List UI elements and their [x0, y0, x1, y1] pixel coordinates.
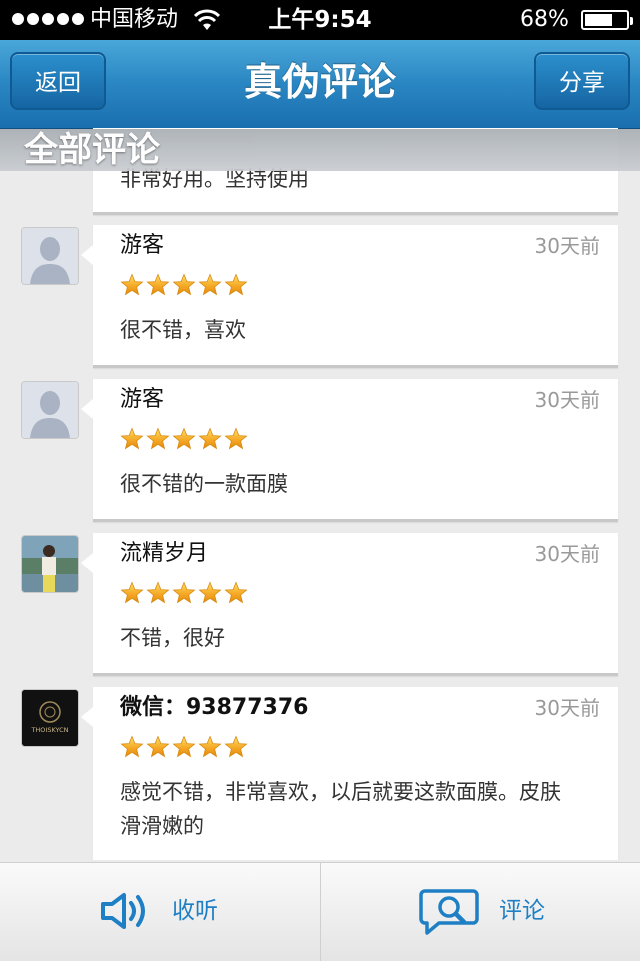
default-user-icon: [22, 228, 78, 284]
star-icon: [198, 735, 222, 758]
star-icon: [120, 581, 144, 604]
star-icon: [224, 581, 248, 604]
review-text: 很不错，喜欢: [120, 318, 246, 342]
avatar[interactable]: [22, 536, 78, 592]
tab-bar: 收听 评论: [0, 862, 640, 961]
avatar[interactable]: [22, 228, 78, 284]
reviewer-name[interactable]: 游客: [120, 385, 164, 415]
star-icon: [120, 273, 144, 296]
star-icon: [224, 273, 248, 296]
reviewer-name[interactable]: 游客: [120, 231, 164, 261]
section-header: 全部评论: [0, 129, 640, 171]
tab-listen[interactable]: 收听: [0, 863, 320, 961]
tab-listen-label: 收听: [172, 898, 218, 924]
star-icon: [172, 427, 196, 450]
star-rating: [120, 735, 248, 759]
star-icon: [120, 735, 144, 758]
brand-logo: THOISKYCN: [22, 690, 78, 746]
navigation-bar: 返回 真伪评论 分享: [0, 40, 640, 129]
star-icon: [198, 581, 222, 604]
star-icon: [172, 735, 196, 758]
star-rating: [120, 581, 248, 605]
review-text: 很不错的一款面膜: [120, 472, 288, 496]
star-icon: [172, 273, 196, 296]
default-user-icon: [22, 382, 78, 438]
star-icon: [198, 273, 222, 296]
avatar[interactable]: THOISKYCN: [22, 690, 78, 746]
star-icon: [146, 273, 170, 296]
comment-search-icon: [419, 889, 479, 935]
star-icon: [146, 427, 170, 450]
tab-comment-label: 评论: [499, 898, 545, 924]
battery-icon: [581, 10, 633, 30]
star-icon: [224, 735, 248, 758]
star-icon: [172, 581, 196, 604]
battery-percentage: 68%: [520, 7, 569, 32]
star-icon: [120, 427, 144, 450]
star-rating: [120, 273, 248, 297]
review-list[interactable]: 非常好用。坚持使用 游客 30天前 很不错，喜欢 游客 30天前 很不错的一款面…: [0, 128, 640, 860]
star-icon: [224, 427, 248, 450]
review-text: 感觉不错，非常喜欢，以后就要这款面膜。皮肤滑滑嫩的: [120, 780, 561, 838]
brand-logo-text: THOISKYCN: [30, 726, 68, 734]
section-title: 全部评论: [24, 130, 160, 170]
review-date: 30天前: [534, 696, 600, 720]
user-photo: [22, 536, 78, 592]
review-date: 30天前: [534, 234, 600, 258]
share-button[interactable]: 分享: [534, 52, 630, 110]
review-date: 30天前: [534, 388, 600, 412]
star-icon: [146, 581, 170, 604]
review-card: 微信：93877376 30天前 感觉不错，非常喜欢，以后就要这款面膜。皮肤滑滑…: [81, 687, 618, 860]
star-icon: [198, 427, 222, 450]
review-card: 游客 30天前 很不错的一款面膜: [81, 379, 618, 522]
reviewer-name[interactable]: 微信：93877376: [120, 693, 308, 723]
avatar[interactable]: [22, 382, 78, 438]
review-date: 30天前: [534, 542, 600, 566]
review-text: 不错，很好: [120, 626, 225, 650]
status-bar: 中国移动 上午9:54 68%: [0, 0, 640, 40]
star-rating: [120, 427, 248, 451]
reviewer-name[interactable]: 流精岁月: [120, 539, 208, 569]
review-card: 流精岁月 30天前 不错，很好: [81, 533, 618, 676]
star-icon: [146, 735, 170, 758]
speaker-icon: [101, 893, 145, 929]
tab-comment[interactable]: 评论: [320, 863, 640, 961]
review-card: 游客 30天前 很不错，喜欢: [81, 225, 618, 368]
